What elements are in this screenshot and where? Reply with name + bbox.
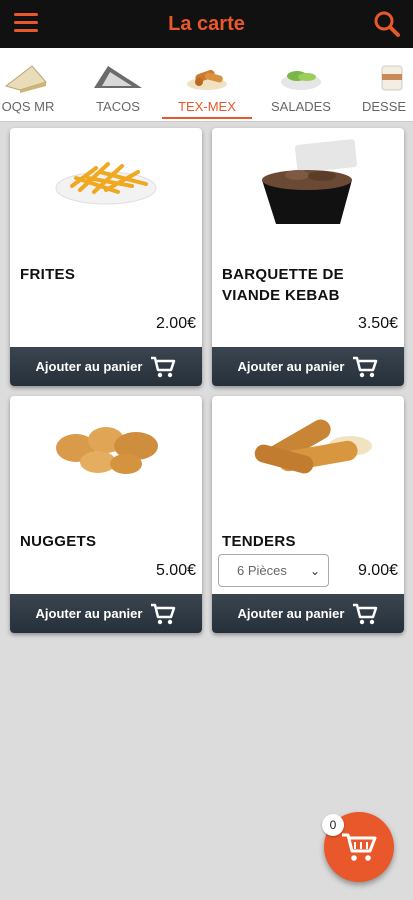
cart-icon bbox=[353, 603, 378, 624]
add-to-cart-label: Ajouter au panier bbox=[237, 359, 345, 374]
cart-fab-button[interactable]: 0 bbox=[322, 812, 394, 882]
product-price: 3.50€ bbox=[357, 315, 398, 332]
cart-icon bbox=[353, 356, 378, 377]
page-title: La carte bbox=[168, 12, 245, 35]
product-name: TENDERS bbox=[222, 533, 296, 550]
product-price: 5.00€ bbox=[155, 562, 196, 579]
tab-category-0[interactable]: OQS MR bbox=[0, 48, 68, 121]
product-card: NUGGETS 5.00€ Ajouter au panier bbox=[10, 396, 202, 633]
cart-icon bbox=[342, 833, 377, 861]
tab-category-4[interactable]: DESSE bbox=[354, 48, 413, 121]
add-to-cart-button[interactable]: Ajouter au panier bbox=[10, 347, 202, 386]
add-to-cart-label: Ajouter au panier bbox=[35, 606, 143, 621]
tenders-image bbox=[254, 419, 372, 474]
chevron-down-icon: ⌄ bbox=[309, 564, 320, 578]
add-to-cart-label: Ajouter au panier bbox=[237, 606, 345, 621]
tab-label: DESSE bbox=[362, 99, 407, 114]
product-price: 2.00€ bbox=[155, 315, 196, 332]
tex-mex-icon bbox=[187, 69, 227, 90]
product-price: 9.00€ bbox=[357, 562, 398, 579]
product-name: BARQUETTE DE VIANDE KEBAB bbox=[222, 266, 344, 304]
fries-image bbox=[55, 162, 157, 205]
add-to-cart-button[interactable]: Ajouter au panier bbox=[212, 347, 404, 386]
add-to-cart-label: Ajouter au panier bbox=[35, 359, 143, 374]
sandwich-icon bbox=[4, 65, 47, 93]
product-card: BARQUETTE DE VIANDE KEBAB 3.50€ Ajouter … bbox=[212, 128, 404, 386]
add-to-cart-button[interactable]: Ajouter au panier bbox=[10, 594, 202, 633]
dessert-icon bbox=[381, 65, 403, 91]
add-to-cart-button[interactable]: Ajouter au panier bbox=[212, 594, 404, 633]
salad-icon bbox=[281, 71, 321, 90]
tab-category-3[interactable]: SALADES bbox=[260, 48, 342, 121]
hamburger-icon[interactable] bbox=[14, 13, 38, 35]
tacos-icon bbox=[94, 66, 142, 88]
product-card: FRITES 2.00€ Ajouter au panier bbox=[10, 128, 202, 386]
nuggets-image bbox=[56, 427, 158, 474]
product-name: NUGGETS bbox=[20, 533, 97, 550]
app-header: La carte bbox=[0, 0, 413, 48]
product-card: TENDERS 6 Pièces ⌄ 9.00€ Ajouter au pani… bbox=[212, 396, 404, 633]
kebab-box-image bbox=[262, 139, 358, 224]
cart-icon bbox=[151, 356, 176, 377]
tab-label: SALADES bbox=[271, 99, 331, 114]
quantity-select-value: 6 Pièces bbox=[237, 563, 287, 578]
active-tab-indicator bbox=[162, 117, 252, 119]
tab-category-1[interactable]: TACOS bbox=[78, 48, 158, 121]
category-tabs: OQS MR TACOS TEX-MEX SALADES DESSE bbox=[0, 48, 413, 122]
tab-label: TACOS bbox=[96, 99, 140, 114]
quantity-select[interactable]: 6 Pièces ⌄ bbox=[218, 554, 329, 587]
tab-label: OQS MR bbox=[1, 99, 55, 114]
cart-icon bbox=[151, 603, 176, 624]
search-icon[interactable] bbox=[373, 10, 401, 38]
product-name: FRITES bbox=[20, 266, 76, 283]
cart-count-badge: 0 bbox=[322, 814, 344, 836]
tab-category-2[interactable]: TEX-MEX bbox=[162, 48, 252, 121]
tab-label: TEX-MEX bbox=[178, 99, 236, 114]
